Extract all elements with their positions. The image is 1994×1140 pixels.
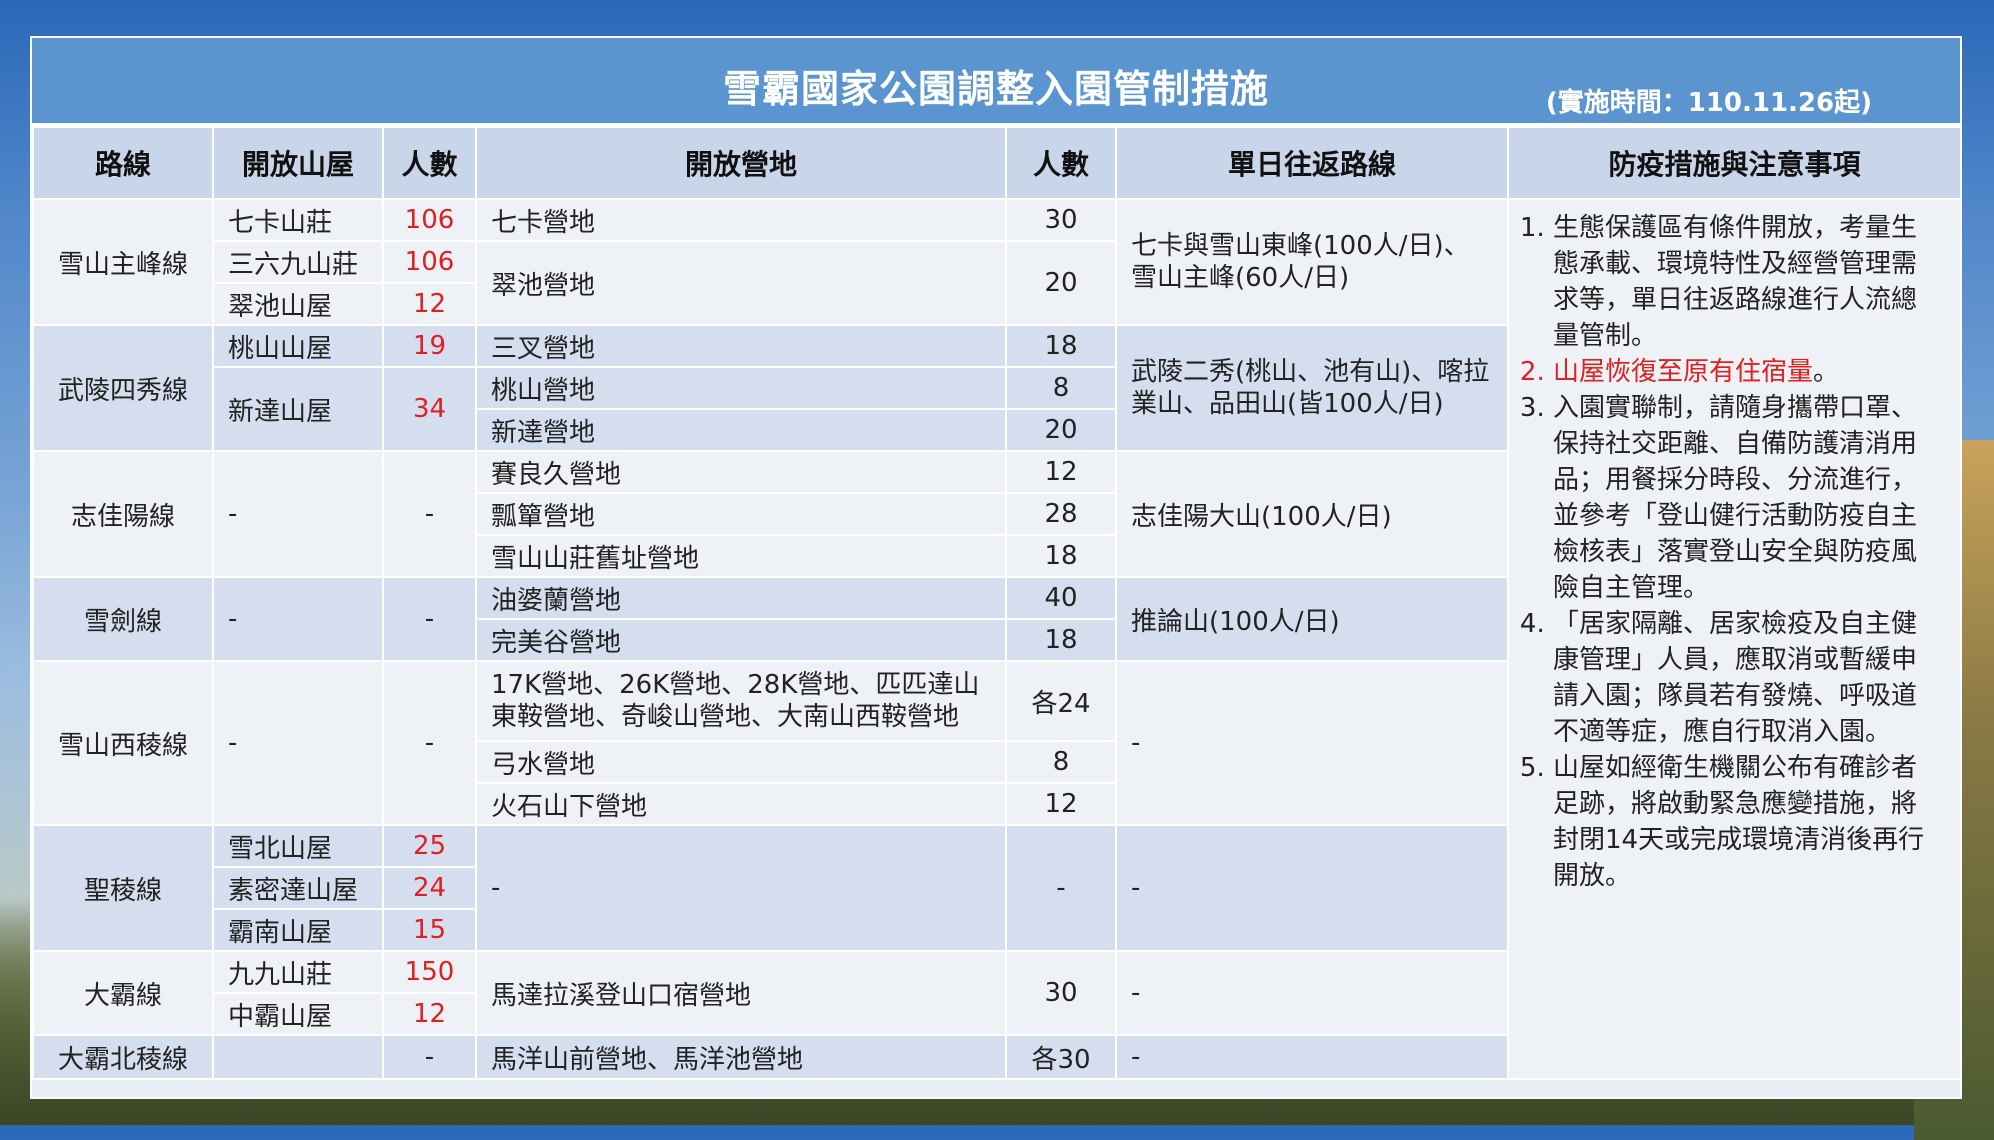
- camp-count-cell: 各30: [1005, 1034, 1117, 1080]
- table-header-row: 路線 開放山屋 人數 開放營地 人數 單日往返路線 防疫措施與注意事項: [32, 126, 1962, 200]
- camp-count-cell: 30: [1005, 950, 1117, 1036]
- note-highlight-text: 山屋恢復至原有住宿量: [1553, 357, 1814, 387]
- note-item: 生態保護區有條件開放，考量生態承載、環境特性及經營管理需求等，單日往返路線進行人…: [1553, 210, 1942, 354]
- hut-count-cell: -: [382, 450, 477, 578]
- hut-count-cell: 12: [382, 282, 477, 326]
- note-tail: 。: [1813, 357, 1840, 387]
- hut-cell: 七卡山莊: [212, 198, 384, 242]
- hut-cell: 霸南山屋: [212, 908, 384, 952]
- route-cell: 大霸北稜線: [32, 1034, 214, 1080]
- hut-cell: 新達山屋: [212, 366, 384, 452]
- hut-count-cell: 19: [382, 324, 477, 368]
- notes-list: 生態保護區有條件開放，考量生態承載、環境特性及經營管理需求等，單日往返路線進行人…: [1523, 210, 1942, 894]
- header-route: 路線: [32, 126, 214, 200]
- hut-cell: -: [212, 576, 384, 662]
- day-route-cell: 推論山(100人/日): [1115, 576, 1509, 662]
- camp-count-cell: 8: [1005, 366, 1117, 410]
- hut-count-cell: 106: [382, 198, 477, 242]
- notes-cell: 生態保護區有條件開放，考量生態承載、環境特性及經營管理需求等，單日往返路線進行人…: [1507, 198, 1962, 1080]
- hut-cell: 中霸山屋: [212, 992, 384, 1036]
- route-cell: 大霸線: [32, 950, 214, 1036]
- header-hut: 開放山屋: [212, 126, 384, 200]
- route-cell: 雪山主峰線: [32, 198, 214, 326]
- hut-cell: [212, 1034, 384, 1080]
- hut-cell: 雪北山屋: [212, 824, 384, 868]
- camp-count-cell: 18: [1005, 618, 1117, 662]
- hut-count-cell: 150: [382, 950, 477, 994]
- camp-count-cell: 40: [1005, 576, 1117, 620]
- hut-cell: 翠池山屋: [212, 282, 384, 326]
- camp-count-cell: -: [1005, 824, 1117, 952]
- camp-cell: 賽良久營地: [475, 450, 1007, 494]
- camp-cell: 17K營地、26K營地、28K營地、匹匹達山東鞍營地、奇峻山營地、大南山西鞍營地: [475, 660, 1007, 742]
- camp-count-cell: 各24: [1005, 660, 1117, 742]
- table-row: 雪山主峰線 七卡山莊 106 七卡營地 30 七卡與雪山東峰(100人/日)、雪…: [32, 198, 1962, 1080]
- hut-cell: 桃山山屋: [212, 324, 384, 368]
- hut-count-cell: 24: [382, 866, 477, 910]
- header-notes: 防疫措施與注意事項: [1507, 126, 1962, 200]
- hut-count-cell: 34: [382, 366, 477, 452]
- hut-count-cell: -: [382, 576, 477, 662]
- camp-count-cell: 18: [1005, 534, 1117, 578]
- note-item-highlight: 山屋恢復至原有住宿量。: [1553, 354, 1942, 390]
- regulation-panel: 雪霸國家公園調整入園管制措施 (實施時間：110.11.26起) 路線 開放山屋…: [30, 36, 1962, 1099]
- hut-count-cell: 15: [382, 908, 477, 952]
- camp-cell: 弓水營地: [475, 740, 1007, 784]
- camp-count-cell: 18: [1005, 324, 1117, 368]
- day-route-cell: 七卡與雪山東峰(100人/日)、雪山主峰(60人/日): [1115, 198, 1509, 326]
- hut-cell: -: [212, 660, 384, 826]
- regulation-table: 路線 開放山屋 人數 開放營地 人數 單日往返路線 防疫措施與注意事項 雪山主峰…: [32, 126, 1962, 1080]
- camp-count-cell: 12: [1005, 450, 1117, 494]
- camp-cell: 雪山山莊舊址營地: [475, 534, 1007, 578]
- camp-count-cell: 20: [1005, 240, 1117, 326]
- camp-cell: 完美谷營地: [475, 618, 1007, 662]
- note-item: 「居家隔離、居家檢疫及自主健康管理」人員，應取消或暫緩申請入園；隊員若有發燒、呼…: [1553, 606, 1942, 750]
- route-cell: 雪山西稜線: [32, 660, 214, 826]
- route-cell: 聖稜線: [32, 824, 214, 952]
- hut-count-cell: -: [382, 660, 477, 826]
- route-cell: 雪劍線: [32, 576, 214, 662]
- hut-cell: 三六九山莊: [212, 240, 384, 284]
- effective-date: (實施時間：110.11.26起): [1545, 88, 1872, 118]
- camp-cell: 三叉營地: [475, 324, 1007, 368]
- camp-cell: -: [475, 824, 1007, 952]
- hut-count-cell: 106: [382, 240, 477, 284]
- camp-count-cell: 28: [1005, 492, 1117, 536]
- day-route-cell: -: [1115, 1034, 1509, 1080]
- camp-cell: 新達營地: [475, 408, 1007, 452]
- note-item: 山屋如經衛生機關公布有確診者足跡，將啟動緊急應變措施，將封閉14天或完成環境清消…: [1553, 750, 1942, 894]
- day-route-cell: 志佳陽大山(100人/日): [1115, 450, 1509, 578]
- camp-count-cell: 20: [1005, 408, 1117, 452]
- camp-cell: 油婆蘭營地: [475, 576, 1007, 620]
- camp-cell: 翠池營地: [475, 240, 1007, 326]
- camp-cell: 桃山營地: [475, 366, 1007, 410]
- hut-count-cell: -: [382, 1034, 477, 1080]
- hut-count-cell: 25: [382, 824, 477, 868]
- hut-cell: 九九山莊: [212, 950, 384, 994]
- camp-count-cell: 8: [1005, 740, 1117, 784]
- camp-cell: 瓢簞營地: [475, 492, 1007, 536]
- camp-cell: 馬達拉溪登山口宿營地: [475, 950, 1007, 1036]
- route-cell: 志佳陽線: [32, 450, 214, 578]
- day-route-cell: -: [1115, 824, 1509, 952]
- hut-count-cell: 12: [382, 992, 477, 1036]
- note-item: 入園實聯制，請隨身攜帶口罩、保持社交距離、自備防護清消用品；用餐採分時段、分流進…: [1553, 390, 1942, 606]
- day-route-cell: 武陵二秀(桃山、池有山)、喀拉業山、品田山(皆100人/日): [1115, 324, 1509, 452]
- header-day-route: 單日往返路線: [1115, 126, 1509, 200]
- header-camp: 開放營地: [475, 126, 1007, 200]
- header-camp-count: 人數: [1005, 126, 1117, 200]
- camp-count-cell: 12: [1005, 782, 1117, 826]
- camp-cell: 火石山下營地: [475, 782, 1007, 826]
- camp-cell: 七卡營地: [475, 198, 1007, 242]
- day-route-cell: -: [1115, 950, 1509, 1036]
- hut-cell: 素密達山屋: [212, 866, 384, 910]
- camp-cell: 馬洋山前營地、馬洋池營地: [475, 1034, 1007, 1080]
- camp-count-cell: 30: [1005, 198, 1117, 242]
- hut-cell: -: [212, 450, 384, 578]
- header-hut-count: 人數: [382, 126, 477, 200]
- day-route-cell: -: [1115, 660, 1509, 826]
- title-bar: 雪霸國家公園調整入園管制措施 (實施時間：110.11.26起): [32, 38, 1960, 126]
- route-cell: 武陵四秀線: [32, 324, 214, 452]
